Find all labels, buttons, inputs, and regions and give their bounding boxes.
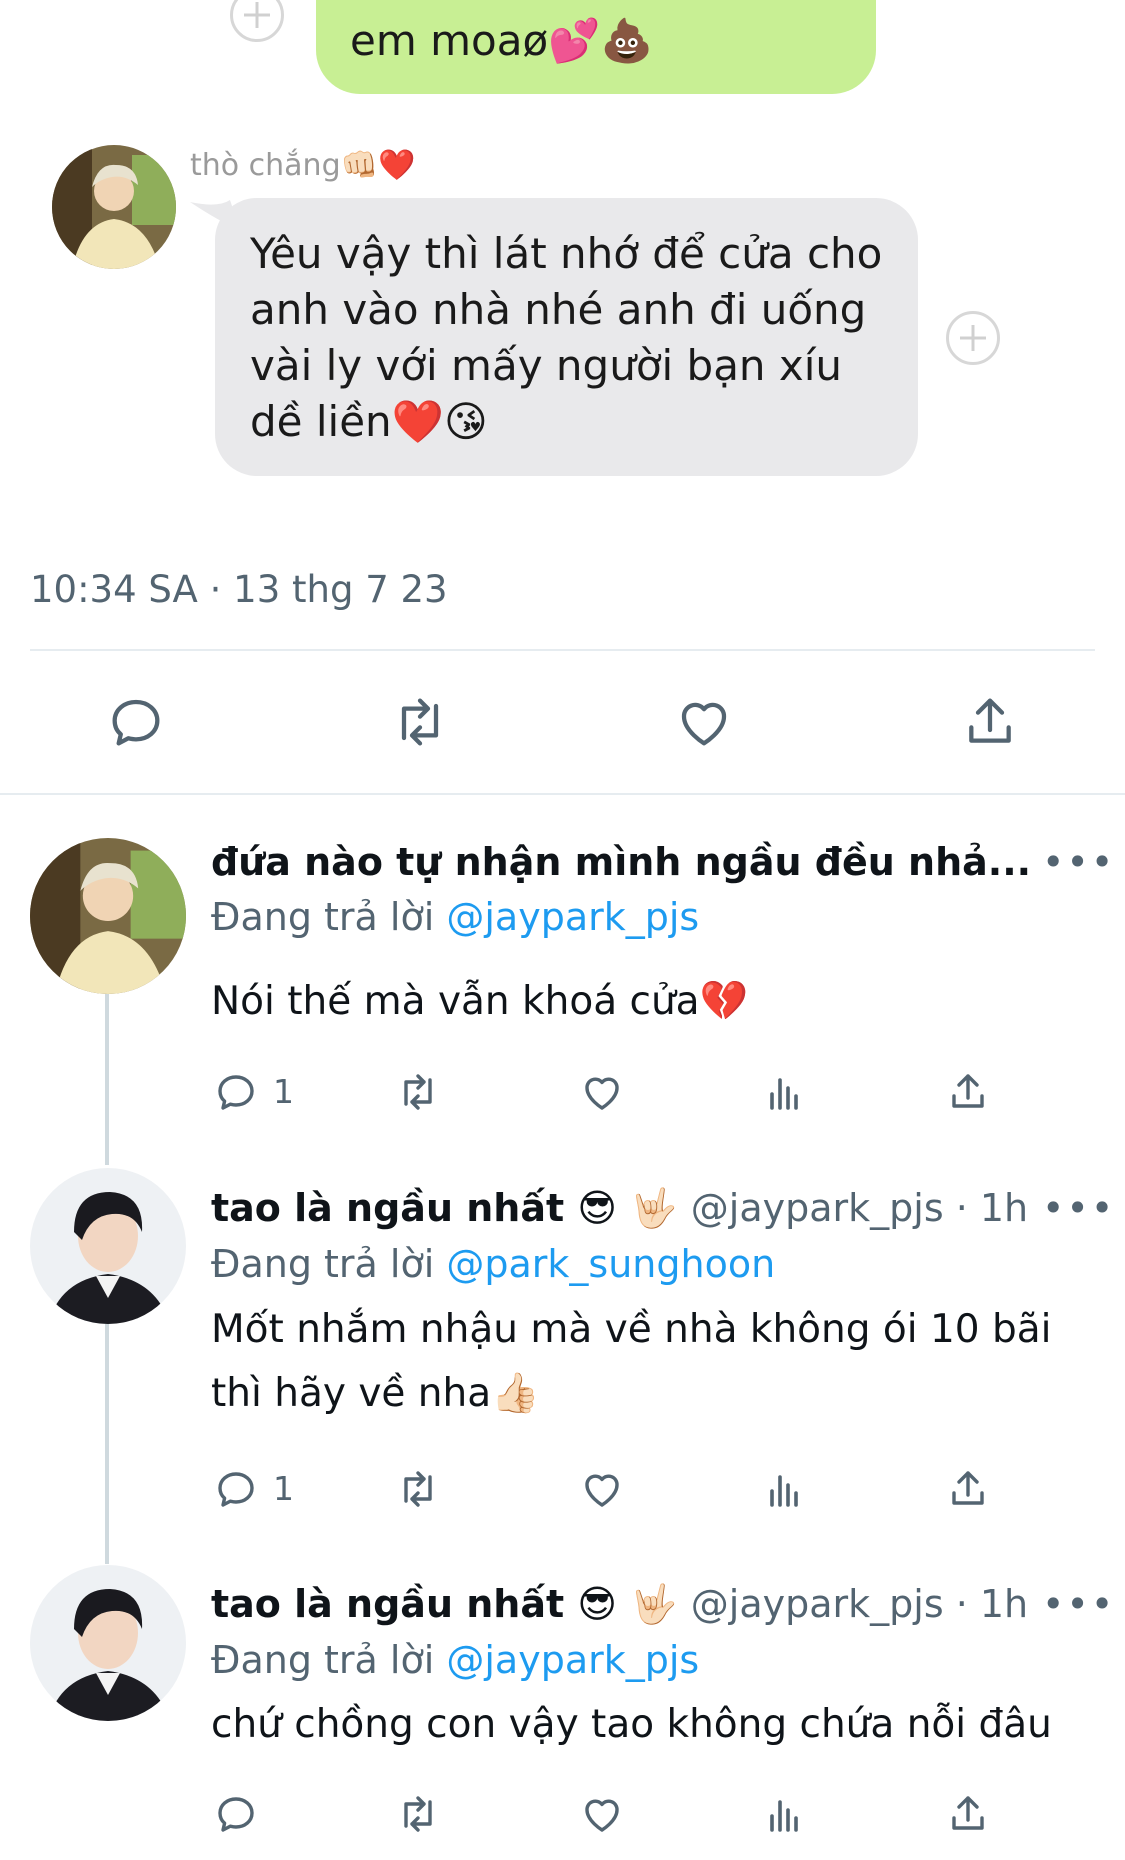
reply-handle: @jaypark_pjs · 1h [690, 1186, 1029, 1230]
reply-action-bar: 1 [0, 1465, 1125, 1521]
share-button[interactable] [958, 690, 1022, 754]
reply-handle: @jaypark_pjs · 1h [690, 1582, 1029, 1626]
replying-prefix: Đang trả lời [211, 1242, 435, 1286]
chat-avatar [52, 145, 176, 269]
sent-message-text: em moaø💕💩 [350, 16, 653, 65]
divider [30, 649, 1095, 651]
reply-display-name[interactable]: đứa nào tự nhận mình ngầu đều nhả... [211, 840, 1031, 884]
replying-to: Đang trả lời @jaypark_pjs [211, 1638, 699, 1682]
more-icon[interactable]: ••• [1042, 840, 1115, 884]
retweet-icon [404, 1074, 432, 1110]
share-icon [969, 698, 1011, 743]
avatar[interactable] [30, 1565, 186, 1721]
like-button[interactable] [578, 1465, 626, 1513]
tweet-action-bar [0, 690, 1125, 760]
like-icon [585, 1077, 619, 1110]
reply-icon [218, 1075, 254, 1110]
share-icon [952, 1796, 984, 1830]
replying-to: Đang trả lời @park_sunghoon [211, 1242, 775, 1286]
reply-action-bar: 1 [0, 1068, 1125, 1124]
reply-text: Nói thế mà vẫn khoá cửa💔 [211, 979, 749, 1024]
reply-text: Mốt nhắm nhậu mà về nhà không ói 10 bãi … [211, 1307, 1052, 1416]
reply-count: 1 [273, 1469, 294, 1508]
like-icon [585, 1799, 619, 1832]
reply-button[interactable] [104, 690, 168, 754]
views-button[interactable] [762, 1465, 810, 1513]
replying-mention[interactable]: @jaypark_pjs [446, 1638, 699, 1682]
add-reaction-icon [230, 0, 284, 42]
views-icon [770, 1078, 798, 1110]
reply-display-name[interactable]: tao là ngầu nhất 😎 🤟🏻 @jaypark_pjs · 1h [211, 1582, 1028, 1627]
share-button[interactable] [944, 1465, 992, 1513]
replying-mention[interactable]: @jaypark_pjs [446, 895, 699, 939]
replying-prefix: Đang trả lời [211, 895, 435, 939]
reply-icon [112, 699, 160, 746]
reply-icon [218, 1472, 254, 1507]
views-button[interactable] [762, 1790, 810, 1838]
reply-display-name-text: tao là ngầu nhất 😎 🤟🏻 [211, 1186, 678, 1230]
retweet-button[interactable] [394, 1068, 442, 1116]
views-icon [770, 1475, 798, 1507]
like-icon [585, 1474, 619, 1507]
retweet-button[interactable] [394, 1790, 442, 1838]
received-message-text: Yêu vậy thì lát nhớ để cửa cho anh vào n… [250, 229, 883, 446]
share-button[interactable] [944, 1790, 992, 1838]
views-button[interactable] [762, 1068, 810, 1116]
like-button[interactable] [578, 1068, 626, 1116]
divider [0, 793, 1125, 795]
avatar[interactable] [30, 838, 186, 994]
reply-action-bar [0, 1790, 1125, 1846]
replying-mention[interactable]: @park_sunghoon [446, 1242, 775, 1286]
like-button[interactable] [672, 690, 736, 754]
more-icon[interactable]: ••• [1042, 1186, 1115, 1230]
retweet-button[interactable] [394, 1465, 442, 1513]
reply-display-name[interactable]: tao là ngầu nhất 😎 🤟🏻 @jaypark_pjs · 1h [211, 1186, 1028, 1231]
like-button[interactable] [578, 1790, 626, 1838]
add-reaction-icon [946, 311, 1000, 365]
reply-button[interactable] [212, 1465, 260, 1513]
share-button[interactable] [944, 1068, 992, 1116]
reply-button[interactable] [212, 1068, 260, 1116]
thread-line [105, 1324, 109, 1564]
more-icon[interactable]: ••• [1042, 1582, 1115, 1626]
reply-button[interactable] [212, 1790, 260, 1838]
share-icon [952, 1471, 984, 1505]
reply-icon [218, 1797, 254, 1832]
avatar[interactable] [30, 1168, 186, 1324]
chat-sender-name: thò chắng👊🏻❤️ [190, 148, 416, 183]
reply-count: 1 [273, 1072, 294, 1111]
retweet-icon [404, 1471, 432, 1507]
like-icon [681, 702, 727, 746]
share-icon [952, 1074, 984, 1108]
replying-prefix: Đang trả lời [211, 1638, 435, 1682]
replying-to: Đang trả lời @jaypark_pjs [211, 895, 699, 939]
tweet-timestamp: 10:34 SA · 13 thg 7 23 [30, 568, 448, 611]
reply-display-name-text: tao là ngầu nhất 😎 🤟🏻 [211, 1582, 678, 1626]
reply-text: chứ chồng con vậy tao không chứa nỗi đâu [211, 1702, 1052, 1747]
retweet-icon [404, 1796, 432, 1832]
retweet-icon [401, 698, 439, 746]
views-icon [770, 1800, 798, 1832]
retweet-button[interactable] [388, 690, 452, 754]
